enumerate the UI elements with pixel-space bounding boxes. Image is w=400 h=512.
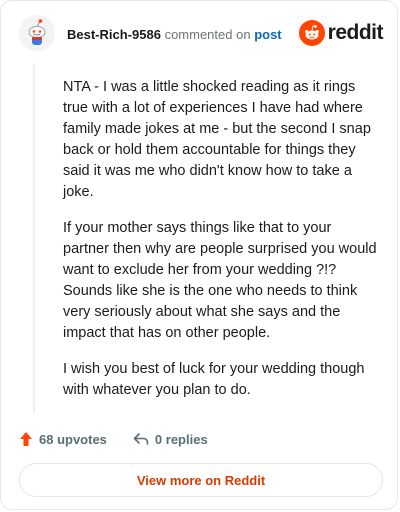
snoo-avatar-icon xyxy=(28,19,46,45)
username-link[interactable]: Best-Rich-9586 xyxy=(67,27,161,42)
reply-count: 0 replies xyxy=(154,431,208,447)
comment-footer: 68 upvotes 0 replies xyxy=(19,429,234,449)
reddit-brand[interactable]: reddit xyxy=(298,19,384,47)
commented-text: commented on xyxy=(164,27,251,42)
comment-meta: Best-Rich-9586 commented on post xyxy=(67,27,282,43)
comment-body: NTA - I was a little shocked reading as … xyxy=(33,63,379,413)
upvote-arrow-icon xyxy=(20,432,32,446)
comment-paragraph: I wish you best of luck for your wedding… xyxy=(63,361,365,398)
avatar[interactable] xyxy=(19,15,55,51)
upvote-count: 68 upvotes xyxy=(39,431,107,447)
reddit-wordmark: reddit xyxy=(327,21,384,44)
upvote-button[interactable]: 68 upvotes xyxy=(19,431,107,447)
view-more-button[interactable]: View more on Reddit xyxy=(19,463,383,497)
reply-arrow-icon xyxy=(133,433,149,445)
reddit-logo-icon xyxy=(298,20,325,46)
comment-card: Best-Rich-9586 commented on post reddit xyxy=(0,0,398,510)
comment-header: Best-Rich-9586 commented on post reddit xyxy=(19,13,384,53)
comment-paragraph: NTA - I was a little shocked reading as … xyxy=(63,79,371,200)
comment-paragraph: If your mother says things like that to … xyxy=(63,220,377,341)
reply-button[interactable]: 0 replies xyxy=(133,432,208,447)
post-link[interactable]: post xyxy=(254,27,281,42)
